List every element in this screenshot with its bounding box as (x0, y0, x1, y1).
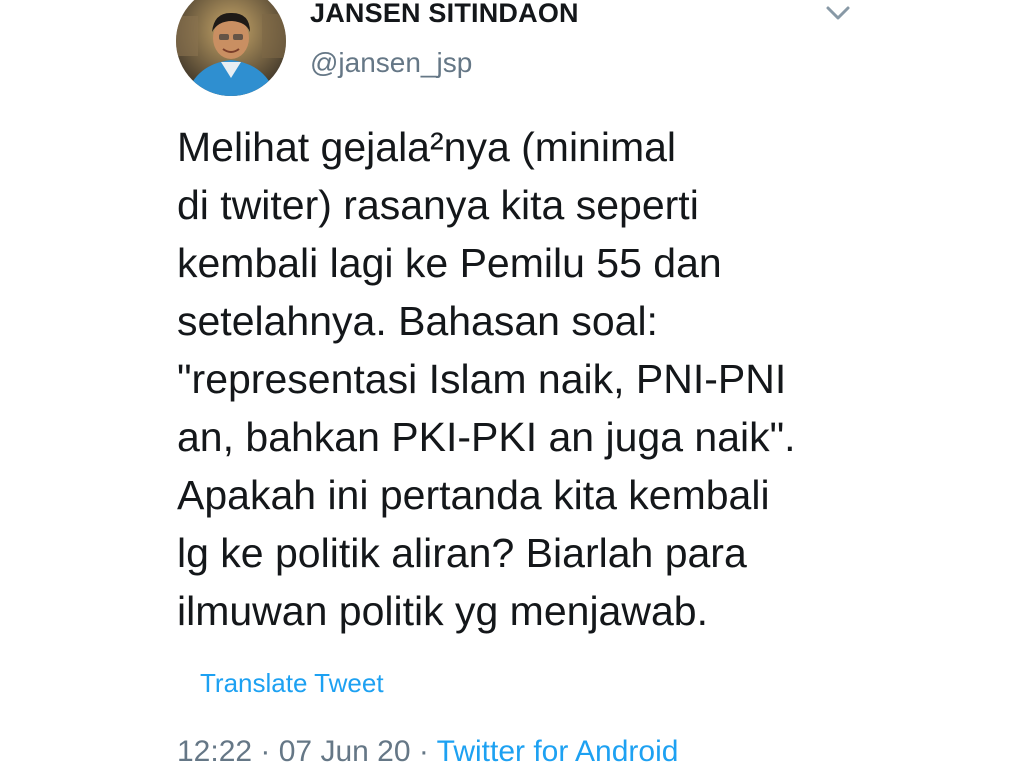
tweet-detail: JANSEN SITINDAON @jansen_jsp Melihat gej… (0, 0, 1024, 768)
tweet-metadata: 12:22 · 07 Jun 20 · Twitter for Android (177, 735, 678, 768)
author-avatar[interactable] (176, 0, 286, 96)
tweet-date[interactable]: 07 Jun 20 (279, 735, 411, 768)
profile-photo-icon (176, 0, 286, 96)
meta-separator: · (410, 735, 437, 768)
author-handle[interactable]: @jansen_jsp (310, 47, 472, 79)
chevron-down-icon (826, 6, 850, 20)
meta-separator: · (252, 735, 279, 768)
author-display-name[interactable]: JANSEN SITINDAON (310, 0, 579, 29)
tweet-time: 12:22 (177, 735, 253, 768)
translate-tweet-link[interactable]: Translate Tweet (200, 668, 384, 699)
tweet-menu-button[interactable] (822, 2, 854, 26)
tweet-text: Melihat gejala²nya (minimal di twiter) r… (177, 124, 796, 634)
tweet-source-link[interactable]: Twitter for Android (437, 735, 679, 768)
